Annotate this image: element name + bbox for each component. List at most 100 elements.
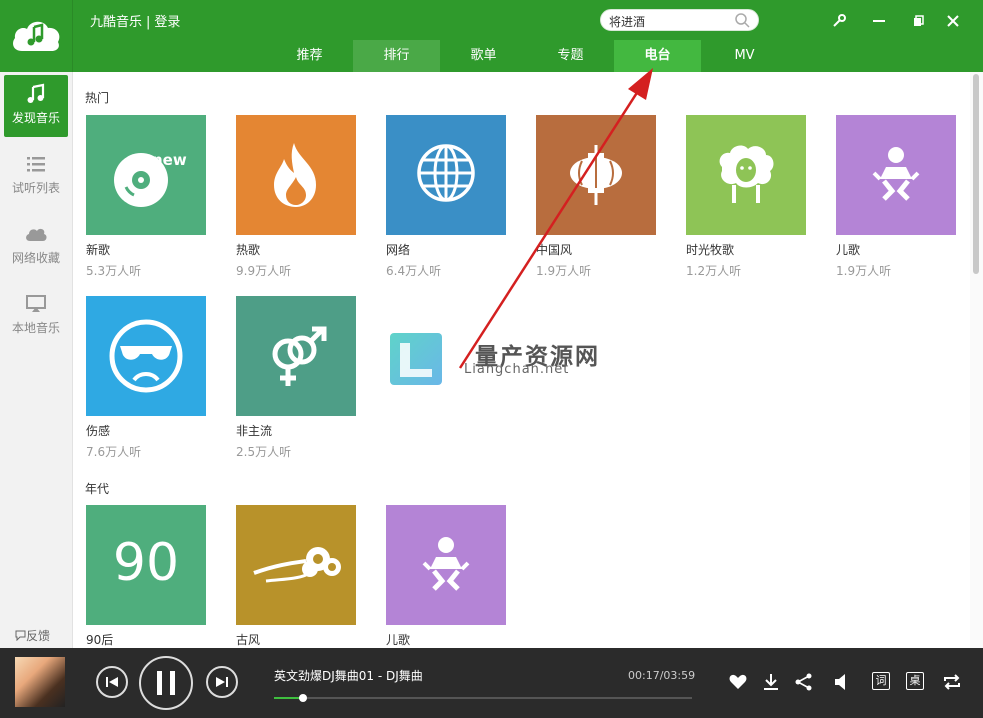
card-thumbnail xyxy=(386,505,506,625)
restore-icon[interactable] xyxy=(910,12,928,30)
title-bar: 九酷音乐|登录 推荐 排行 歌单 专题 电台 MV xyxy=(0,0,983,72)
repeat-icon[interactable] xyxy=(942,672,962,692)
radio-card-pastoral[interactable]: 时光牧歌 1.2万人听 xyxy=(686,115,806,279)
album-cover[interactable] xyxy=(15,657,65,707)
card-title: 热歌 xyxy=(236,243,261,257)
card-thumbnail xyxy=(86,296,206,416)
card-listeners: 9.9万人听 xyxy=(236,264,292,278)
card-listeners: 6.4万人听 xyxy=(386,264,442,278)
card-listeners: 7.6万人听 xyxy=(86,445,142,459)
card-thumbnail xyxy=(236,115,356,235)
radio-card-ancient-style[interactable]: 古风 xyxy=(236,505,356,648)
minimize-icon[interactable] xyxy=(870,12,888,30)
flame-icon xyxy=(274,143,316,207)
tab-ranking[interactable]: 排行 xyxy=(353,40,440,72)
heart-icon[interactable] xyxy=(728,672,748,692)
search-box xyxy=(600,9,759,31)
card-thumbnail: new xyxy=(86,115,206,235)
sidebar-item-cloud[interactable]: 网络收藏 xyxy=(4,215,68,277)
section-title-hot: 热门 xyxy=(85,91,110,105)
card-thumbnail: 90 xyxy=(86,505,206,625)
card-thumbnail xyxy=(386,115,506,235)
settings-wrench-icon[interactable] xyxy=(830,12,848,30)
desktop-lyrics-button[interactable]: 桌 xyxy=(906,672,924,690)
tab-playlist[interactable]: 歌单 xyxy=(440,40,527,72)
radio-card-kids-era[interactable]: 儿歌 xyxy=(386,505,506,648)
radio-card-sad[interactable]: 伤感 7.6万人听 xyxy=(86,296,206,460)
tab-recommend[interactable]: 推荐 xyxy=(266,40,353,72)
radio-card-chinese-style[interactable]: 中国风 1.9万人听 xyxy=(536,115,656,279)
radio-card-new-songs[interactable]: new 新歌 5.3万人听 xyxy=(86,115,206,279)
card-listeners: 5.3万人听 xyxy=(86,264,142,278)
tab-radio[interactable]: 电台 xyxy=(614,40,701,72)
feedback-link[interactable]: 反馈 xyxy=(15,627,50,644)
scrollbar[interactable] xyxy=(970,72,983,648)
baby-icon xyxy=(872,147,920,201)
card-title: 中国风 xyxy=(536,243,573,257)
cd-new-icon: new xyxy=(114,151,187,207)
list-icon xyxy=(27,157,45,172)
player-bar: 英文劲爆DJ舞曲01 - DJ舞曲 00:17/03:59 词 桌 xyxy=(0,648,983,718)
login-link[interactable]: 登录 xyxy=(154,15,180,30)
section-title-era: 年代 xyxy=(85,482,110,496)
sidebar-item-discover[interactable]: 发现音乐 xyxy=(4,75,68,137)
app-name: 九酷音乐 xyxy=(90,15,143,30)
watermark-logo-icon xyxy=(390,333,442,385)
previous-button[interactable] xyxy=(96,666,128,698)
app-logo[interactable] xyxy=(0,0,73,72)
nav-tabs: 推荐 排行 歌单 专题 电台 MV xyxy=(266,40,788,72)
card-thumbnail xyxy=(236,296,356,416)
radio-card-internet[interactable]: 网络 6.4万人听 xyxy=(386,115,506,279)
pause-button[interactable] xyxy=(139,656,193,710)
song-title: 英文劲爆DJ舞曲01 - DJ舞曲 xyxy=(274,669,423,683)
card-title: 伤感 xyxy=(86,424,111,438)
pause-icon xyxy=(157,671,175,695)
sheep-icon xyxy=(719,145,774,203)
lantern-icon xyxy=(570,145,622,205)
card-title: 时光牧歌 xyxy=(686,243,735,257)
share-icon[interactable] xyxy=(794,672,814,692)
radio-card-90s[interactable]: 90 90后 xyxy=(86,505,206,648)
download-icon[interactable] xyxy=(761,672,781,692)
volume-icon[interactable] xyxy=(832,672,852,692)
radio-card-non-mainstream[interactable]: 非主流 2.5万人听 xyxy=(236,296,356,460)
sad-face-icon xyxy=(109,319,183,393)
card-thumbnail xyxy=(236,505,356,625)
card-title: 90后 xyxy=(86,633,114,647)
sidebar-item-label: 本地音乐 xyxy=(11,321,60,335)
feedback-label: 反馈 xyxy=(26,629,51,643)
previous-icon xyxy=(106,677,118,687)
scrollbar-thumb[interactable] xyxy=(973,74,979,274)
next-button[interactable] xyxy=(206,666,238,698)
tab-mv[interactable]: MV xyxy=(701,40,788,72)
radio-card-hot-songs[interactable]: 热歌 9.9万人听 xyxy=(236,115,356,279)
progress-knob[interactable] xyxy=(299,694,308,702)
sidebar-item-label: 发现音乐 xyxy=(11,111,60,125)
play-time: 00:17/03:59 xyxy=(628,669,696,682)
progress-bar[interactable] xyxy=(274,694,692,702)
globe-icon xyxy=(417,144,475,202)
sidebar-item-label: 网络收藏 xyxy=(11,251,60,265)
sidebar-item-local[interactable]: 本地音乐 xyxy=(4,285,68,347)
card-title: 儿歌 xyxy=(386,633,411,647)
card-thumbnail xyxy=(536,115,656,235)
svg-text:new: new xyxy=(152,151,187,169)
lyrics-button[interactable]: 词 xyxy=(872,672,890,690)
search-icon[interactable] xyxy=(735,13,750,28)
card-title: 非主流 xyxy=(236,424,273,438)
watermark-subtitle: Liangchan.net xyxy=(464,362,570,377)
chat-bubble-icon xyxy=(15,630,26,642)
card-listeners: 1.9万人听 xyxy=(536,264,592,278)
card-listeners: 1.9万人听 xyxy=(836,264,892,278)
tab-topic[interactable]: 专题 xyxy=(527,40,614,72)
gender-icon xyxy=(272,326,327,386)
close-icon[interactable] xyxy=(944,12,962,30)
sidebar-item-playlist[interactable]: 试听列表 xyxy=(4,145,68,207)
search-input[interactable] xyxy=(609,12,729,30)
cloud-music-logo-icon xyxy=(13,21,60,51)
radio-card-kids-songs[interactable]: 儿歌 1.9万人听 xyxy=(836,115,956,279)
card-thumbnail xyxy=(686,115,806,235)
card-thumbnail xyxy=(836,115,956,235)
card-title: 儿歌 xyxy=(836,243,861,257)
number-90-icon: 90 xyxy=(112,533,180,593)
